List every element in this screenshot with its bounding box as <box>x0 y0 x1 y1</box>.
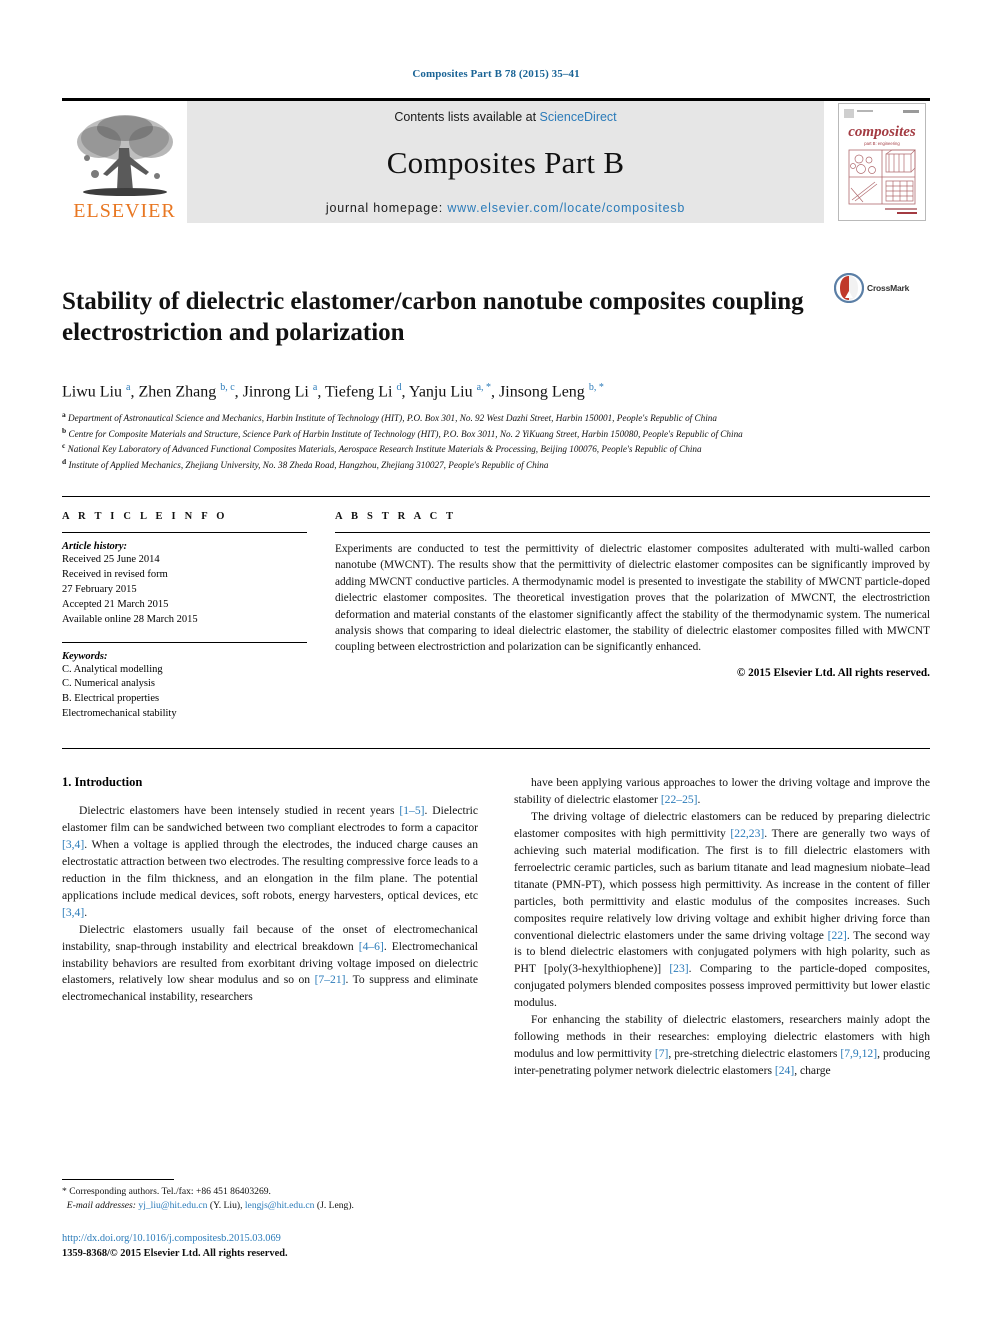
history-line-online: Available online 28 March 2015 <box>62 613 198 625</box>
homepage-url-link[interactable]: www.elsevier.com/locate/compositesb <box>447 201 685 215</box>
paragraph: For enhancing the stability of dielectri… <box>514 1013 930 1077</box>
issn-copyright-line: 1359-8368/© 2015 Elsevier Ltd. All right… <box>62 1247 288 1259</box>
journal-cover-thumbnail: composites part B: engineering <box>838 103 926 221</box>
article-history-heading: Article history: <box>62 541 128 553</box>
email-label: E-mail addresses: <box>66 1200 136 1212</box>
body-column-left: 1. Introduction Dielectric elastomers ha… <box>62 775 478 1175</box>
abstract-label: A B S T R A C T <box>335 511 457 523</box>
contents-prefix: Contents lists available at <box>394 110 537 124</box>
history-line-revised: Received in revised form <box>62 568 168 580</box>
homepage-prefix: journal homepage: <box>325 201 444 215</box>
paragraph: Dielectric elastomers have been intensel… <box>62 804 479 919</box>
page-title: Stability of dielectric elastomer/carbon… <box>62 287 804 346</box>
article-page: Composites Part B 78 (2015) 35–41 ELSEVI… <box>0 0 992 1323</box>
crossmark-badge[interactable]: CrossMark <box>834 273 930 303</box>
footnote-divider <box>62 1179 174 1181</box>
history-line-accepted: Accepted 21 March 2015 <box>62 598 169 610</box>
keyword-item: C. Analytical modelling <box>62 663 163 675</box>
cover-art-icon: composites part B: engineering <box>839 104 925 220</box>
article-info-column: A R T I C L E I N F O Article history: R… <box>62 511 335 722</box>
paragraph: Dielectric elastomers usually fail becau… <box>62 922 478 1004</box>
paragraph: have been applying various approaches to… <box>514 776 930 807</box>
keyword-item: B. Electrical properties <box>62 693 160 705</box>
history-line-received: Received 25 June 2014 <box>62 554 160 566</box>
crossmark-label: CrossMark <box>867 283 910 293</box>
keywords-divider <box>62 641 307 643</box>
svg-text:part B: engineering: part B: engineering <box>864 141 900 146</box>
keyword-item: Electromechanical stability <box>62 708 177 720</box>
abstract-copyright: © 2015 Elsevier Ltd. All rights reserved… <box>736 666 930 679</box>
email-link-leng[interactable]: lengjs@hit.edu.cn <box>245 1200 315 1211</box>
sciencedirect-link[interactable]: ScienceDirect <box>540 110 617 124</box>
keyword-item: C. Numerical analysis <box>62 678 156 690</box>
affiliation-a: a Department of Astronautical Science an… <box>62 410 717 424</box>
info-abstract-block: A R T I C L E I N F O Article history: R… <box>62 496 930 722</box>
doi-link[interactable]: http://dx.doi.org/10.1016/j.compositesb.… <box>62 1231 478 1246</box>
email-name-liu: (Y. Liu), <box>209 1200 243 1212</box>
elsevier-logo: ELSEVIER <box>62 101 187 223</box>
email-link-liu[interactable]: yj_liu@hit.edu.cn <box>138 1200 207 1211</box>
email-name-leng: (J. Leng). <box>316 1200 354 1212</box>
body-columns: 1. Introduction Dielectric elastomers ha… <box>62 775 930 1175</box>
keywords-heading: Keywords: <box>62 650 108 662</box>
journal-masthead: ELSEVIER Contents lists available at Sci… <box>62 98 930 223</box>
email-note: E-mail addresses: yj_liu@hit.edu.cn (Y. … <box>62 1199 478 1213</box>
elsevier-tree-icon <box>76 115 173 196</box>
section-heading-introduction: 1. Introduction <box>62 775 143 790</box>
footnote-area: * Corresponding authors. Tel./fax: +86 4… <box>62 1179 478 1261</box>
paragraph: The driving voltage of dielectric elasto… <box>514 810 930 1010</box>
abstract-column: A B S T R A C T Experiments are conducte… <box>335 511 930 722</box>
svg-text:composites: composites <box>848 124 916 140</box>
article-info-label: A R T I C L E I N F O <box>62 511 228 523</box>
journal-homepage-line: journal homepage: www.elsevier.com/locat… <box>326 201 685 215</box>
history-line-revised-date: 27 February 2015 <box>62 583 137 595</box>
title-row: Stability of dielectric elastomer/carbon… <box>62 269 930 365</box>
running-head: Composites Part B 78 (2015) 35–41 <box>412 68 580 80</box>
abstract-text: Experiments are conducted to test the pe… <box>335 543 930 654</box>
affiliation-c: c National Key Laboratory of Advanced Fu… <box>62 441 702 455</box>
affiliation-d: d Institute of Applied Mechanics, Zhejia… <box>62 456 549 470</box>
journal-cover-block: composites part B: engineering <box>834 101 930 223</box>
author-list: Liwu Liu a, Zhen Zhang b, c, Jinrong Li … <box>62 381 604 400</box>
affiliation-b: b Centre for Composite Materials and Str… <box>62 425 743 439</box>
abstract-divider <box>335 532 930 534</box>
elsevier-wordmark: ELSEVIER <box>73 200 176 222</box>
body-column-right: have been applying various approaches to… <box>514 775 930 1175</box>
body-divider <box>62 748 930 750</box>
doi-block: http://dx.doi.org/10.1016/j.compositesb.… <box>62 1231 478 1261</box>
crossmark-icon <box>834 273 864 303</box>
contents-available-line: Contents lists available at ScienceDirec… <box>394 110 616 124</box>
corresponding-author-note: * Corresponding authors. Tel./fax: +86 4… <box>62 1186 271 1198</box>
journal-title: Composites Part B <box>386 144 625 180</box>
article-info-divider <box>62 532 307 534</box>
affiliation-list: a Department of Astronautical Science an… <box>62 410 930 472</box>
journal-band: Contents lists available at ScienceDirec… <box>187 101 824 223</box>
